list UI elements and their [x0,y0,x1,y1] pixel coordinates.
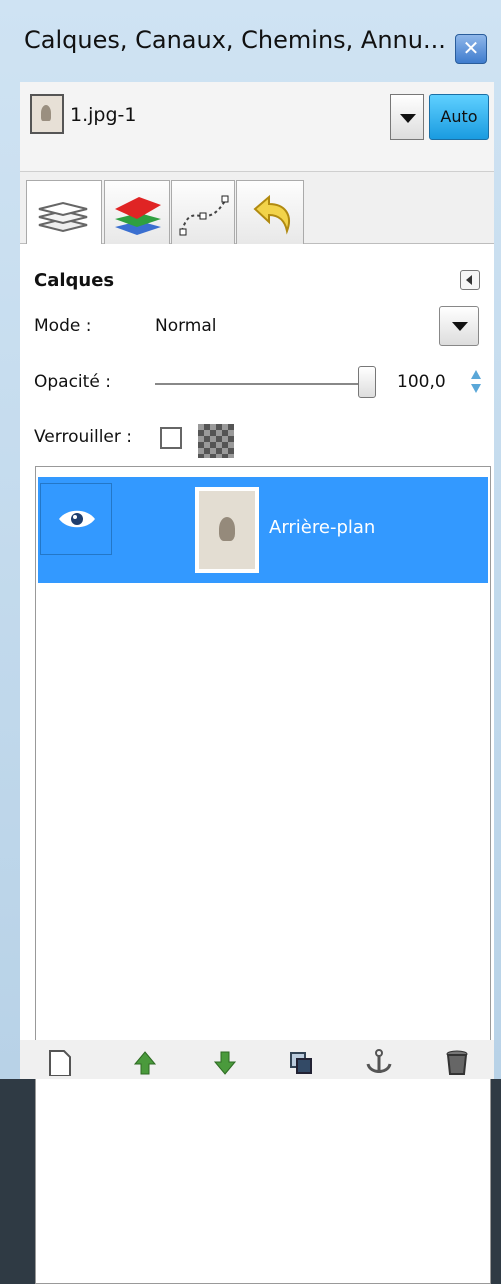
lower-layer-icon [213,1051,237,1075]
mode-label: Mode : [34,316,92,336]
tab-channels[interactable] [104,180,170,244]
lock-label: Verrouiller : [34,427,132,447]
title-bar[interactable]: Calques, Canaux, Chemins, Annu... ✕ [0,0,501,80]
layer-actions-bar [20,1040,494,1079]
anchor-layer-button[interactable] [360,1046,396,1076]
tab-paths[interactable] [171,180,235,244]
duplicate-layer-button[interactable] [282,1046,318,1076]
image-dropdown-button[interactable] [390,94,424,140]
undo-history-icon [253,194,290,235]
mode-dropdown-button[interactable] [439,306,479,346]
lower-layer-button[interactable] [206,1046,242,1076]
raise-layer-button[interactable] [126,1046,162,1076]
anchor-layer-icon [366,1049,392,1073]
lock-alpha-icon[interactable] [198,424,234,458]
delete-layer-button[interactable] [438,1046,474,1076]
duplicate-layer-icon [290,1052,312,1074]
auto-button[interactable]: Auto [429,94,489,140]
tab-undo-history[interactable] [236,180,304,244]
raise-layer-icon [133,1051,157,1075]
delete-layer-icon [446,1050,468,1075]
image-name[interactable]: 1.jpg-1 [70,104,136,126]
visibility-toggle[interactable] [40,483,112,555]
window-title: Calques, Canaux, Chemins, Annu... [24,26,446,54]
panel-menu-button[interactable] [460,270,480,290]
opacity-spin-buttons[interactable] [470,366,482,398]
opacity-value[interactable]: 100,0 [397,372,446,392]
spin-down-icon[interactable] [471,384,481,393]
opacity-label: Opacité : [34,372,111,392]
layers-icon [38,201,88,233]
dock-tabs [20,172,494,246]
layers-panel: Calques Mode : Normal Opacité : 100,0 Ve… [20,244,494,1284]
panel-title: Calques [34,270,115,291]
opacity-slider-track[interactable] [155,383,365,385]
paths-icon [179,195,229,236]
tab-layers[interactable] [26,180,102,246]
channels-icon [115,197,161,235]
layers-list[interactable]: Arrière-plan [35,466,491,1284]
layer-name[interactable]: Arrière-plan [269,517,375,538]
image-selector: 1.jpg-1 Auto [20,82,494,172]
eye-icon [59,510,95,528]
lock-pixels-checkbox[interactable] [160,427,182,449]
opacity-slider-handle[interactable] [358,366,376,398]
close-button[interactable]: ✕ [455,34,487,64]
layer-row[interactable]: Arrière-plan [38,477,488,583]
new-layer-button[interactable] [40,1046,76,1076]
layers-dock-window: Calques, Canaux, Chemins, Annu... ✕ 1.jp… [0,0,501,1284]
spin-up-icon[interactable] [471,370,481,379]
image-thumbnail [30,94,64,134]
mode-value[interactable]: Normal [155,316,217,336]
layer-thumbnail [195,487,259,573]
new-layer-icon [49,1050,71,1076]
